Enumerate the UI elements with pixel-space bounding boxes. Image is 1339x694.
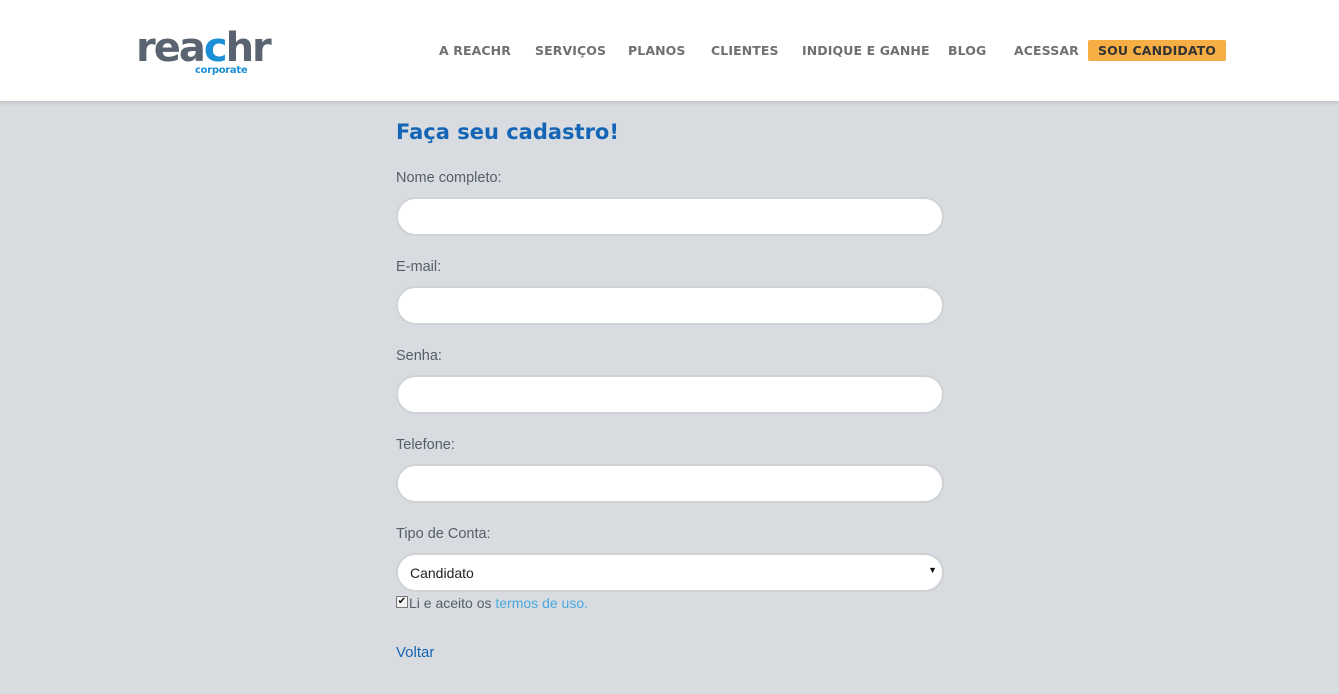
password-input[interactable] xyxy=(396,375,944,414)
nav-item-a-reachr[interactable]: A REACHR xyxy=(439,43,511,58)
account-type-select[interactable]: Candidato ▼ xyxy=(396,553,944,592)
terms-text: Li e aceito os termos de uso. xyxy=(409,595,588,611)
nav-item-servicos[interactable]: SERVIÇOS xyxy=(535,43,606,58)
main-nav: A REACHR SERVIÇOS PLANOS CLIENTES INDIQU… xyxy=(0,40,1339,62)
email-label: E-mail: xyxy=(396,259,442,275)
email-input[interactable] xyxy=(396,286,944,325)
phone-label: Telefone: xyxy=(396,437,455,453)
nav-item-clientes[interactable]: CLIENTES xyxy=(711,43,779,58)
caret-down-icon: ▼ xyxy=(928,565,937,575)
nav-item-acessar[interactable]: ACESSAR xyxy=(1014,43,1079,58)
page-title: Faça seu cadastro! xyxy=(396,120,619,144)
full-name-label: Nome completo: xyxy=(396,170,502,186)
nav-item-blog[interactable]: BLOG xyxy=(948,43,986,58)
logo-subtitle: corporate xyxy=(195,65,248,76)
checkmark-icon: ✔ xyxy=(397,596,407,607)
back-link[interactable]: Voltar xyxy=(396,644,434,661)
account-type-value: Candidato xyxy=(410,565,474,581)
nav-item-indique-e-ganhe[interactable]: INDIQUE E GANHE xyxy=(802,43,930,58)
password-label: Senha: xyxy=(396,348,442,364)
terms-checkbox[interactable]: ✔ xyxy=(396,596,408,608)
full-name-input[interactable] xyxy=(396,197,944,236)
nav-item-planos[interactable]: PLANOS xyxy=(628,43,686,58)
phone-input[interactable] xyxy=(396,464,944,503)
terms-link[interactable]: termos de uso. xyxy=(495,595,588,611)
account-type-label: Tipo de Conta: xyxy=(396,526,491,542)
sou-candidato-button[interactable]: SOU CANDIDATO xyxy=(1088,40,1226,61)
site-header: reachr corporate A REACHR SERVIÇOS PLANO… xyxy=(0,0,1339,101)
